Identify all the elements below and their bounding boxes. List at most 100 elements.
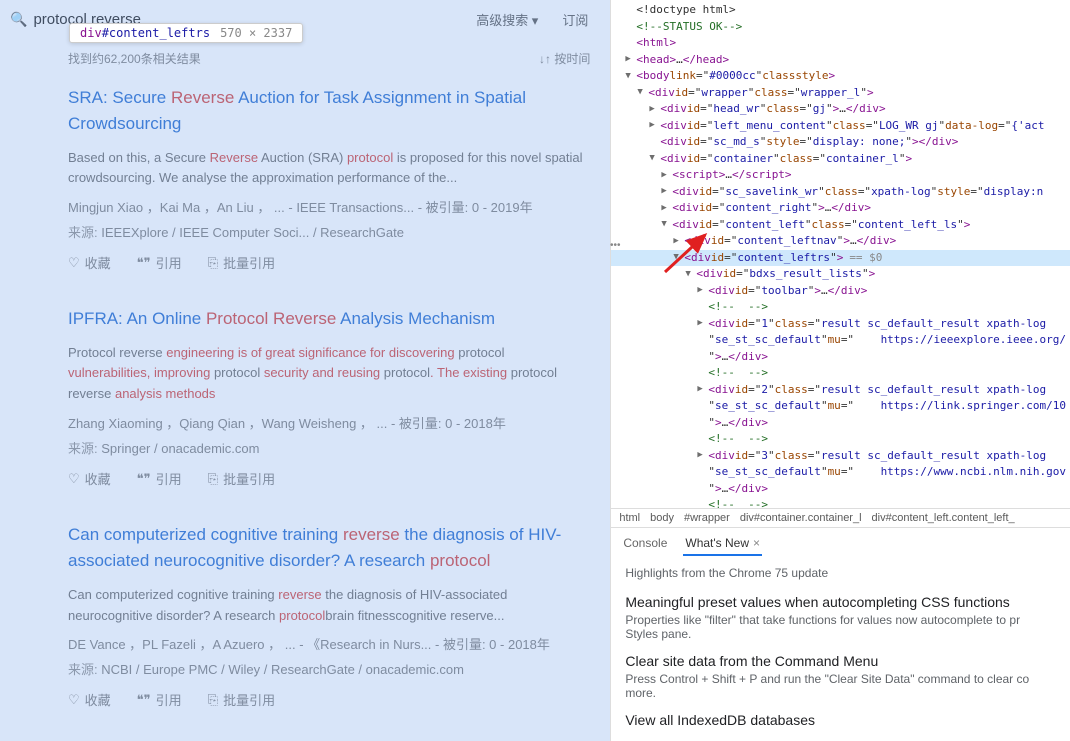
breadcrumb-item[interactable]: div#container.container_l	[740, 512, 862, 524]
result-source: 来源: IEEEXplore / IEEE Computer Soci... /…	[68, 222, 590, 241]
dom-node-line[interactable]: ▶<head>…</head>	[611, 52, 1070, 69]
dom-node-line[interactable]: <!--STATUS OK-->	[611, 19, 1070, 36]
batch-icon: ⎘	[208, 471, 218, 487]
heart-icon: ♡	[68, 255, 80, 271]
batch-cite-button[interactable]: ⎘批量引用	[208, 253, 275, 272]
breadcrumb-trail[interactable]: html body #wrapper div#container.container_…	[611, 508, 1070, 527]
dom-node-line[interactable]: <!-- -->	[611, 299, 1070, 316]
result-title[interactable]: Can computerized cognitive training reve…	[68, 522, 590, 575]
search-result: IPFRA: An Online Protocol Reverse Analys…	[68, 306, 590, 488]
whats-new-content: Highlights from the Chrome 75 update Mea…	[611, 556, 1070, 741]
sort-toggle[interactable]: ↓↑ 按时间	[539, 50, 590, 67]
cite-button[interactable]: ❝❞引用	[137, 690, 182, 709]
whatsnew-item-title[interactable]: Meaningful preset values when autocomple…	[625, 594, 1056, 610]
whatsnew-item-title[interactable]: Clear site data from the Command Menu	[625, 653, 1056, 669]
disclosure-triangle-icon[interactable]: ▶	[697, 317, 707, 331]
disclosure-triangle-icon[interactable]: ▶	[661, 169, 671, 183]
advanced-search-link[interactable]: 高级搜索 ▾	[464, 10, 550, 29]
breadcrumb-item[interactable]: html	[619, 512, 640, 524]
disclosure-triangle-icon[interactable]: ▼	[685, 268, 695, 282]
dom-node-line[interactable]: ">…</div>	[611, 481, 1070, 498]
dom-node-line[interactable]: ▼<body link="#0000cc" class style>	[611, 68, 1070, 85]
result-meta: Zhang Xiaoming ，Qiang Qian ，Wang Weishen…	[68, 413, 590, 432]
result-snippet: Protocol reverse engineering is of great…	[68, 343, 590, 405]
inspect-tooltip: div#content_leftrs 570 × 2337	[69, 23, 303, 43]
cite-button[interactable]: ❝❞引用	[137, 253, 182, 272]
whatsnew-item-desc: Properties like "filter" that take funct…	[625, 613, 1056, 641]
dom-node-line[interactable]: ▶<div id="content_right">…</div>	[611, 200, 1070, 217]
disclosure-triangle-icon[interactable]: ▼	[637, 86, 647, 100]
page-viewport: 🔍 高级搜索 ▾ 订阅 div#content_leftrs 570 × 233…	[0, 0, 610, 741]
tab-console[interactable]: Console	[621, 532, 669, 556]
dom-node-line[interactable]: ▶<div id="3" class="result sc_default_re…	[611, 448, 1070, 465]
breadcrumb-item[interactable]: div#content_left.content_left_	[872, 512, 1015, 524]
quote-icon: ❝❞	[137, 255, 151, 271]
disclosure-triangle-icon[interactable]: ▼	[625, 70, 635, 84]
heart-icon: ♡	[68, 692, 80, 708]
result-title[interactable]: SRA: Secure Reverse Auction for Task Ass…	[68, 85, 590, 138]
dom-node-line[interactable]: ▼<div id="content_left" class="content_l…	[611, 217, 1070, 234]
dom-node-line[interactable]: ▶<div id="toolbar">…</div>	[611, 283, 1070, 300]
quote-icon: ❝❞	[137, 692, 151, 708]
disclosure-triangle-icon[interactable]: ▼	[649, 152, 659, 166]
tooltip-dimensions: 570 × 2337	[220, 26, 292, 40]
drawer-panel: Console What's New× Highlights from the …	[611, 527, 1070, 741]
heart-icon: ♡	[68, 471, 80, 487]
search-result: SRA: Secure Reverse Auction for Task Ass…	[68, 85, 590, 272]
dom-node-line[interactable]: ▶<div id="2" class="result sc_default_re…	[611, 382, 1070, 399]
fav-button[interactable]: ♡收藏	[68, 469, 111, 488]
disclosure-triangle-icon[interactable]: ▶	[697, 383, 707, 397]
breadcrumb-item[interactable]: #wrapper	[684, 512, 730, 524]
dom-node-line[interactable]: <!-- -->	[611, 431, 1070, 448]
dom-node-line[interactable]: ▼<div id="bdxs_result_lists">	[611, 266, 1070, 283]
disclosure-triangle-icon[interactable]: ▶	[649, 119, 659, 133]
dom-node-line[interactable]: <div id="sc_md_s" style="display: none;"…	[611, 134, 1070, 151]
close-icon[interactable]: ×	[753, 536, 760, 550]
dom-node-line[interactable]: ▼<div id="container" class="container_l"…	[611, 151, 1070, 168]
result-title[interactable]: IPFRA: An Online Protocol Reverse Analys…	[68, 306, 590, 332]
tooltip-id: #content_leftrs	[102, 26, 210, 40]
batch-cite-button[interactable]: ⎘批量引用	[208, 690, 275, 709]
dom-node-line[interactable]: ▶<div id="content_leftnav">…</div>	[611, 233, 1070, 250]
dom-node-line[interactable]: <!-- -->	[611, 365, 1070, 382]
dom-node-line[interactable]: "se_st_sc_default" mu=" https://www.ncbi…	[611, 464, 1070, 481]
dom-node-line[interactable]: "se_st_sc_default" mu=" https://ieeexplo…	[611, 332, 1070, 349]
dom-node-line[interactable]: ▶<div id="head_wr" class="gj">…</div>	[611, 101, 1070, 118]
disclosure-triangle-icon[interactable]: ▶	[661, 202, 671, 216]
dom-node-line[interactable]: ">…</div>	[611, 415, 1070, 432]
cite-button[interactable]: ❝❞引用	[137, 469, 182, 488]
whatsnew-item-title[interactable]: View all IndexedDB databases	[625, 712, 1056, 728]
dom-node-line[interactable]: ▼<div id="content_leftrs">== $0	[611, 250, 1070, 267]
dom-node-line[interactable]: ▼<div id="wrapper" class="wrapper_l">	[611, 85, 1070, 102]
dom-node-line[interactable]: <!doctype html>	[611, 2, 1070, 19]
whats-new-headline: Highlights from the Chrome 75 update	[625, 566, 1056, 580]
elements-tree[interactable]: <!doctype html><!--STATUS OK--><html>▶<h…	[611, 0, 1070, 508]
fav-button[interactable]: ♡收藏	[68, 253, 111, 272]
disclosure-triangle-icon[interactable]: ▶	[673, 235, 683, 249]
dom-node-line[interactable]: ▶<div id="1" class="result sc_default_re…	[611, 316, 1070, 333]
fav-button[interactable]: ♡收藏	[68, 690, 111, 709]
quote-icon: ❝❞	[137, 471, 151, 487]
batch-cite-button[interactable]: ⎘批量引用	[208, 469, 275, 488]
tooltip-tag: div	[80, 26, 102, 40]
dom-node-line[interactable]: "se_st_sc_default" mu=" https://link.spr…	[611, 398, 1070, 415]
breadcrumb-item[interactable]: body	[650, 512, 674, 524]
whatsnew-item-desc: Press Control + Shift + P and run the "C…	[625, 672, 1056, 700]
dom-node-line[interactable]: ▶<script>…</script>	[611, 167, 1070, 184]
batch-icon: ⎘	[208, 692, 218, 708]
results-count: 找到约62,200条相关结果	[68, 50, 201, 67]
disclosure-triangle-icon[interactable]: ▶	[649, 103, 659, 117]
dom-node-line[interactable]: ">…</div>	[611, 349, 1070, 366]
dom-node-line[interactable]: <html>	[611, 35, 1070, 52]
disclosure-triangle-icon[interactable]: ▶	[625, 53, 635, 67]
dom-node-line[interactable]: ▶<div id="sc_savelink_wr" class="xpath-l…	[611, 184, 1070, 201]
disclosure-triangle-icon[interactable]: ▶	[661, 185, 671, 199]
dom-node-line[interactable]: ▶<div id="left_menu_content" class="LOG_…	[611, 118, 1070, 135]
disclosure-triangle-icon[interactable]: ▶	[697, 449, 707, 463]
disclosure-triangle-icon[interactable]: ▶	[697, 284, 707, 298]
subscribe-link[interactable]: 订阅	[550, 10, 600, 29]
tab-whats-new[interactable]: What's New×	[683, 532, 762, 556]
disclosure-triangle-icon[interactable]: ▼	[661, 218, 671, 232]
disclosure-triangle-icon[interactable]: ▼	[673, 251, 683, 265]
dom-node-line[interactable]: <!-- -->	[611, 497, 1070, 508]
